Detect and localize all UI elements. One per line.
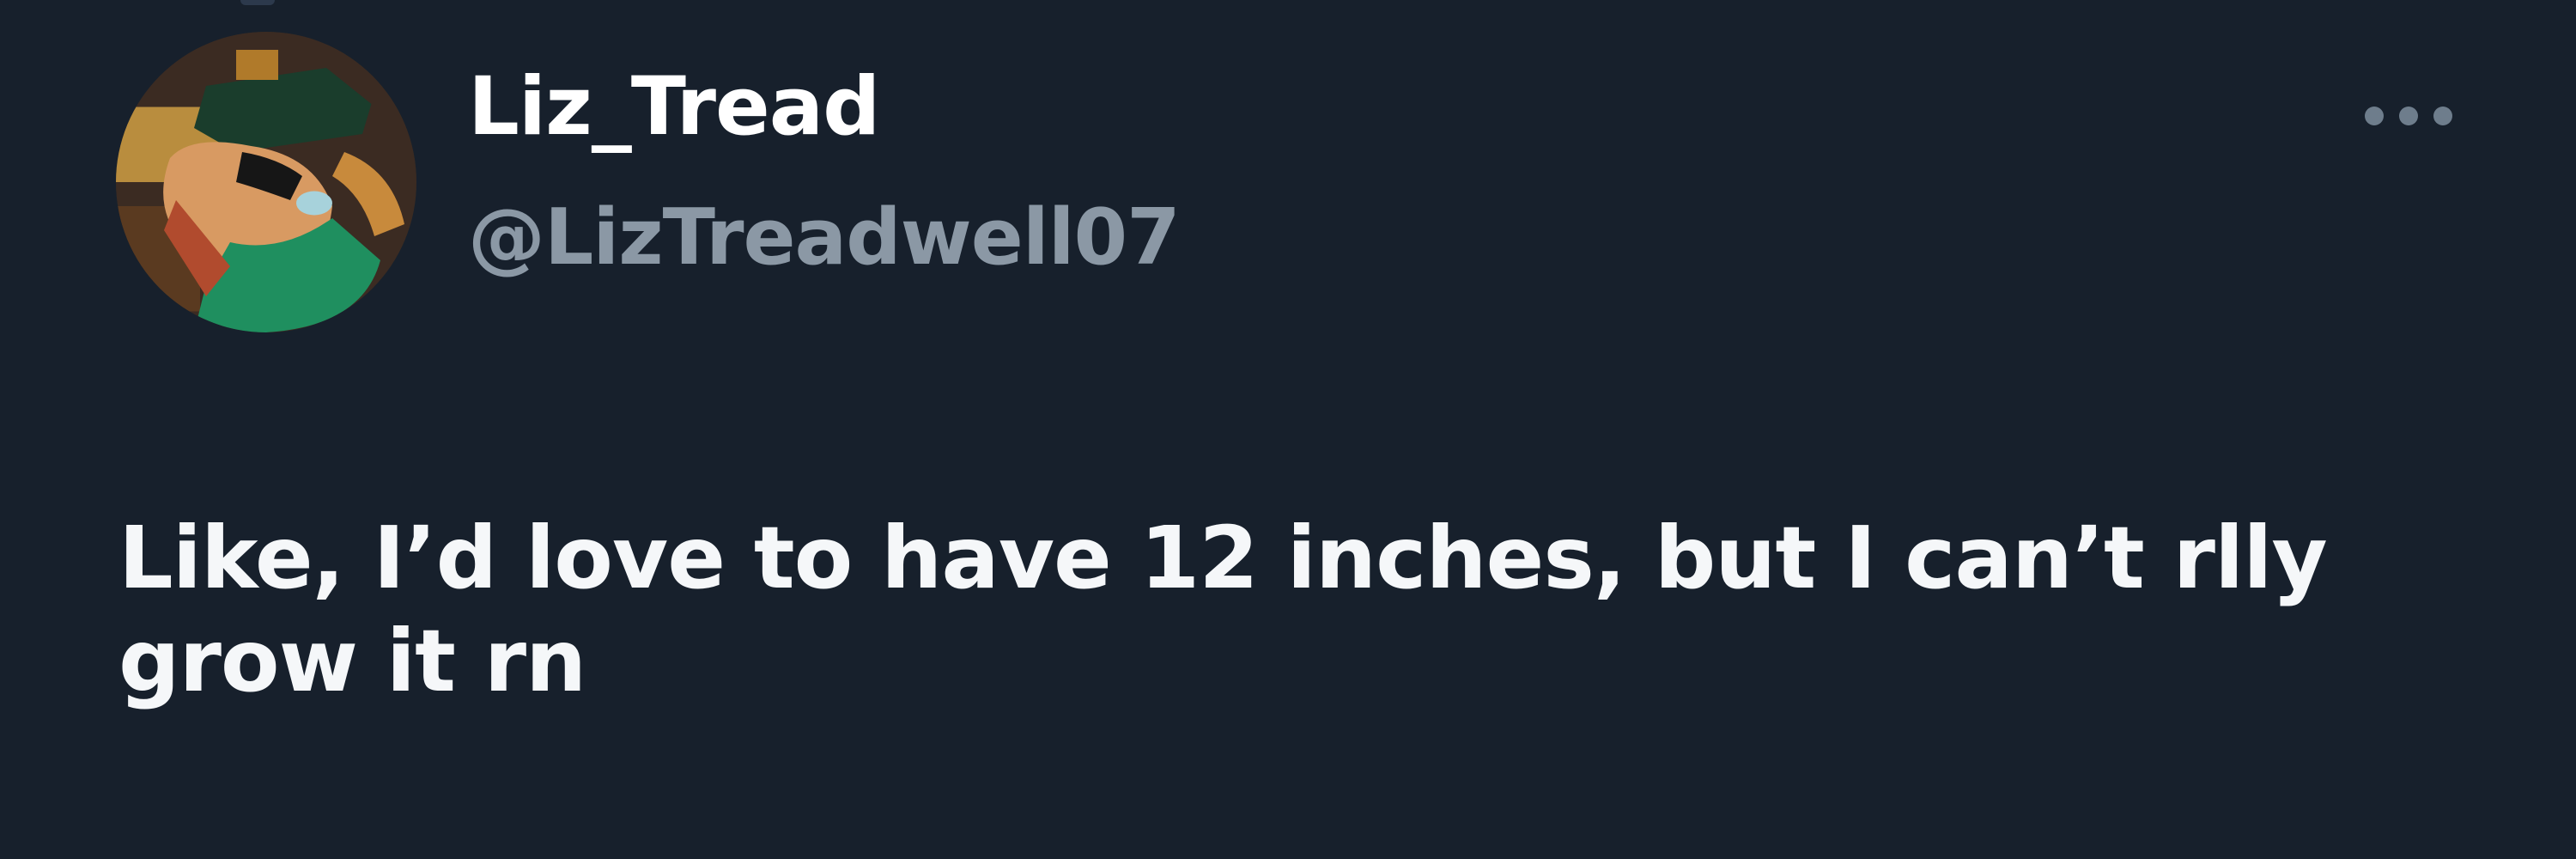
top-edge-fragment	[240, 0, 275, 5]
tweet-card: Liz_Tread @LizTreadwell07 Like, I’d love…	[0, 0, 2576, 859]
author-handle[interactable]: @LizTreadwell07	[468, 199, 1181, 277]
author-display-name[interactable]: Liz_Tread	[468, 67, 880, 148]
avatar[interactable]	[116, 32, 416, 332]
more-options-button[interactable]	[2353, 94, 2464, 137]
avatar-illustration-icon	[116, 32, 416, 332]
tweet-text: Like, I’d love to have 12 inches, but I …	[118, 508, 2328, 711]
more-horizontal-icon	[2365, 107, 2452, 125]
